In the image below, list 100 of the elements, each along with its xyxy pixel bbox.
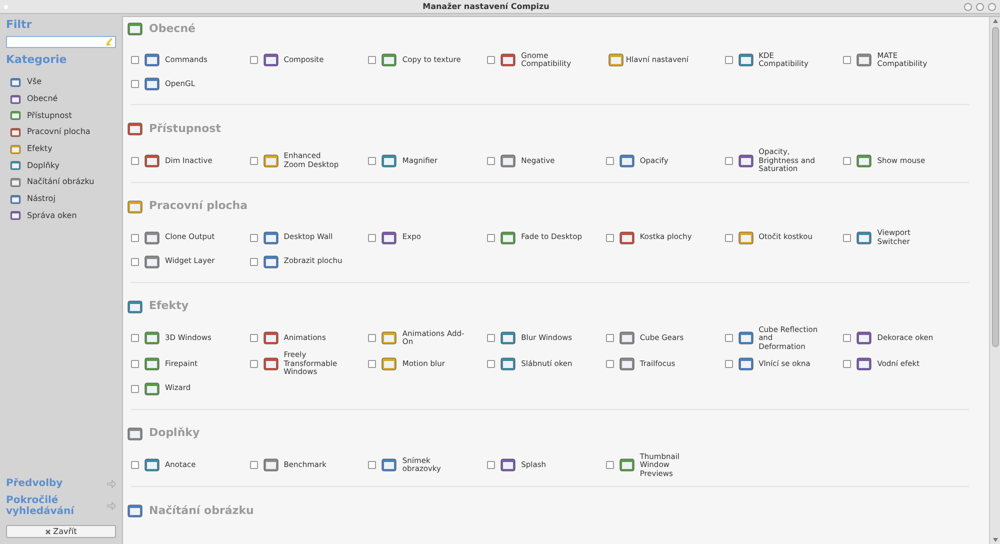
checkbox[interactable] xyxy=(131,258,139,266)
checkbox[interactable] xyxy=(368,334,376,342)
x-icon xyxy=(45,528,52,534)
window-icon xyxy=(856,52,872,68)
checkbox[interactable] xyxy=(131,234,139,242)
category-icon xyxy=(10,210,21,222)
window-icon xyxy=(500,457,516,474)
window-icon xyxy=(144,457,160,474)
category-item[interactable]: Vše xyxy=(6,74,116,91)
scroll-thumb[interactable] xyxy=(992,27,998,347)
section-icon xyxy=(127,426,143,442)
checkbox[interactable] xyxy=(843,234,852,242)
clear-icon[interactable] xyxy=(105,38,113,46)
window-icon xyxy=(608,52,624,68)
checkbox[interactable] xyxy=(606,234,614,242)
close-button[interactable]: Zavřít xyxy=(6,525,116,538)
checkbox[interactable] xyxy=(368,234,376,242)
checkbox[interactable] xyxy=(131,156,139,165)
window-icon xyxy=(738,230,754,246)
maximize-icon[interactable] xyxy=(976,2,984,10)
checkbox[interactable] xyxy=(843,334,852,342)
checkbox[interactable] xyxy=(487,234,496,242)
category-icon xyxy=(10,144,21,155)
window-icon xyxy=(618,330,635,346)
category-item[interactable]: Načítání obrázku xyxy=(6,174,116,191)
filter-field[interactable] xyxy=(6,36,116,48)
arrow-icon xyxy=(107,480,116,488)
window-icon xyxy=(738,356,754,372)
checkbox[interactable] xyxy=(843,156,852,165)
checkbox[interactable] xyxy=(487,56,496,64)
section-heading: Přístupnost xyxy=(149,120,221,137)
section-icon xyxy=(127,198,143,214)
window-icon xyxy=(500,152,516,169)
section-icon xyxy=(127,21,143,37)
category-item[interactable]: Efekty xyxy=(6,140,116,158)
category-item[interactable]: Nástroj xyxy=(6,190,116,208)
checkbox[interactable] xyxy=(368,360,376,368)
checkbox[interactable] xyxy=(487,360,496,368)
checkbox[interactable] xyxy=(606,334,614,342)
checkbox[interactable] xyxy=(250,461,258,470)
checkbox[interactable] xyxy=(843,56,852,64)
checkbox[interactable] xyxy=(131,334,139,342)
checkbox[interactable] xyxy=(724,56,733,64)
checkbox[interactable] xyxy=(131,384,139,392)
category-item[interactable]: Obecné xyxy=(6,90,116,108)
checkbox[interactable] xyxy=(606,156,614,165)
scroll-up-icon[interactable] xyxy=(992,19,998,23)
section-icon xyxy=(127,121,143,137)
scrollbar[interactable] xyxy=(989,17,1000,544)
checkbox[interactable] xyxy=(487,334,496,342)
checkbox[interactable] xyxy=(368,56,376,64)
category-item[interactable]: Pracovní plocha xyxy=(6,124,116,141)
window-icon xyxy=(144,254,160,270)
checkbox[interactable] xyxy=(606,461,614,470)
window-icon xyxy=(262,152,279,169)
checkbox[interactable] xyxy=(487,156,496,165)
checkbox[interactable] xyxy=(724,234,733,242)
window-icon xyxy=(262,52,279,68)
filter-heading: Filtr xyxy=(6,17,33,33)
window-icon xyxy=(144,356,160,372)
close-icon[interactable] xyxy=(988,2,996,10)
checkbox[interactable] xyxy=(250,156,258,165)
window-icon xyxy=(500,52,516,68)
category-item[interactable]: Přístupnost xyxy=(6,107,116,124)
checkbox[interactable] xyxy=(250,258,258,266)
window-icon xyxy=(144,330,160,346)
checkbox[interactable] xyxy=(724,360,733,368)
checkbox[interactable] xyxy=(131,360,139,368)
checkbox[interactable] xyxy=(487,461,496,470)
checkbox[interactable] xyxy=(724,334,733,342)
section-heading: Doplňky xyxy=(149,425,200,442)
checkbox[interactable] xyxy=(843,360,852,368)
checkbox[interactable] xyxy=(131,80,139,88)
checkbox[interactable] xyxy=(250,360,258,368)
window-icon xyxy=(381,330,398,346)
category-icon xyxy=(10,76,21,88)
checkbox[interactable] xyxy=(250,334,258,342)
section-heading: Efekty xyxy=(149,298,189,314)
window-icon xyxy=(262,457,279,474)
window-icon xyxy=(738,152,754,169)
checkbox[interactable] xyxy=(724,156,733,165)
checkbox[interactable] xyxy=(606,360,614,368)
window-icon xyxy=(381,152,398,169)
category-icon xyxy=(10,194,21,205)
minimize-icon[interactable] xyxy=(964,2,972,10)
section-heading: Načítání obrázku xyxy=(149,502,254,519)
category-item[interactable]: Správa oken xyxy=(6,208,116,224)
checkbox[interactable] xyxy=(131,461,139,470)
category-icon xyxy=(10,126,21,138)
category-item[interactable]: Doplňky xyxy=(6,157,116,174)
window-icon xyxy=(856,356,872,372)
checkbox[interactable] xyxy=(250,234,258,242)
scroll-down-icon[interactable] xyxy=(992,538,998,542)
checkbox[interactable] xyxy=(131,56,139,64)
window-icon xyxy=(738,330,754,346)
checkbox[interactable] xyxy=(250,56,258,64)
checkbox[interactable] xyxy=(368,156,376,165)
window-icon xyxy=(381,230,398,246)
category-icon xyxy=(10,94,21,105)
checkbox[interactable] xyxy=(368,461,376,470)
